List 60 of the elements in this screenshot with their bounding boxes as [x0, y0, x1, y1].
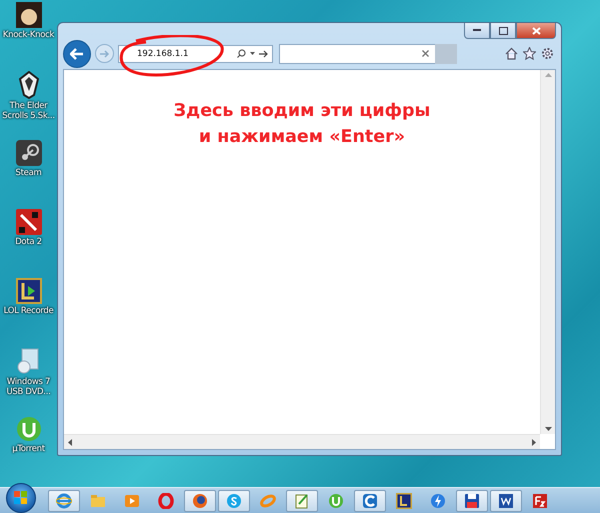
- browser-e-icon: [56, 492, 72, 508]
- desktop-icon-label[interactable]: Knock-Knock: [0, 30, 58, 40]
- taskbar-button[interactable]: [456, 490, 488, 512]
- dragon-emblem-icon: [18, 71, 38, 99]
- desktop-icon-label[interactable]: Steam: [0, 168, 58, 178]
- lightning-icon: [430, 492, 446, 508]
- annotation-text: и нажимаем «Enter»: [198, 126, 406, 149]
- go-arrow-icon[interactable]: [259, 50, 268, 58]
- minimize-icon: [473, 29, 481, 32]
- filezilla-icon: [532, 492, 548, 508]
- desktop-icon-label[interactable]: Dota 2: [0, 237, 58, 247]
- scroll-left-icon[interactable]: [68, 438, 72, 446]
- desktop-icon-label[interactable]: Windows 7 USB DVD...: [0, 377, 58, 397]
- media-player-icon: [124, 492, 140, 508]
- star-icon[interactable]: [523, 47, 536, 60]
- maximize-icon: [498, 26, 508, 34]
- avatar-icon: [16, 2, 42, 28]
- utorrent-icon: [16, 416, 42, 442]
- vertical-scrollbar[interactable]: [540, 70, 555, 434]
- taskbar-button[interactable]: [286, 490, 318, 512]
- taskbar-button[interactable]: [354, 490, 386, 512]
- close-button[interactable]: [516, 23, 556, 39]
- firefox-icon: [192, 492, 208, 508]
- back-arrow-icon: [70, 48, 84, 60]
- dota-icon: [16, 209, 42, 235]
- lol-recorder-icon: [396, 492, 412, 508]
- ring-icon: [260, 492, 276, 508]
- opera-icon: [158, 492, 174, 508]
- close-icon[interactable]: [422, 50, 429, 57]
- skype-icon: [226, 492, 242, 508]
- search-icon[interactable]: [237, 49, 246, 58]
- utorrent-icon: [328, 492, 344, 508]
- folder-icon: [90, 492, 106, 508]
- taskbar-button[interactable]: [184, 490, 216, 512]
- minimize-button[interactable]: [464, 23, 490, 39]
- desktop-icon-label[interactable]: µTorrent: [0, 444, 58, 454]
- forward-arrow-icon: [100, 50, 110, 58]
- document-w-icon: [498, 492, 514, 508]
- taskbar-button[interactable]: [490, 490, 522, 512]
- lol-recorder-icon: [16, 278, 42, 304]
- home-icon[interactable]: [505, 47, 518, 60]
- maximize-button[interactable]: [490, 23, 516, 39]
- horizontal-scrollbar[interactable]: [64, 434, 540, 449]
- desktop-icon-label[interactable]: LOL Recorde: [0, 306, 58, 316]
- ccleaner-icon: [362, 492, 378, 508]
- disc-installer-icon: [16, 347, 42, 375]
- annotation-text: Здесь вводим эти цифры: [174, 100, 430, 123]
- back-button[interactable]: [63, 40, 91, 68]
- dropdown-caret-icon[interactable]: [250, 52, 255, 55]
- windows-logo-icon: [14, 490, 28, 504]
- scroll-right-icon[interactable]: [532, 438, 536, 446]
- settings-icon[interactable]: [541, 47, 554, 60]
- close-icon: [532, 26, 540, 34]
- start-button[interactable]: [6, 482, 36, 512]
- notepad-icon: [294, 492, 310, 508]
- desktop-icon-label[interactable]: The Elder Scrolls 5.Sk...: [0, 101, 58, 121]
- steam-icon: [16, 140, 42, 166]
- taskbar-button[interactable]: [48, 490, 80, 512]
- scroll-down-icon[interactable]: [544, 427, 552, 431]
- address-field[interactable]: 192.168.1.1: [118, 44, 273, 62]
